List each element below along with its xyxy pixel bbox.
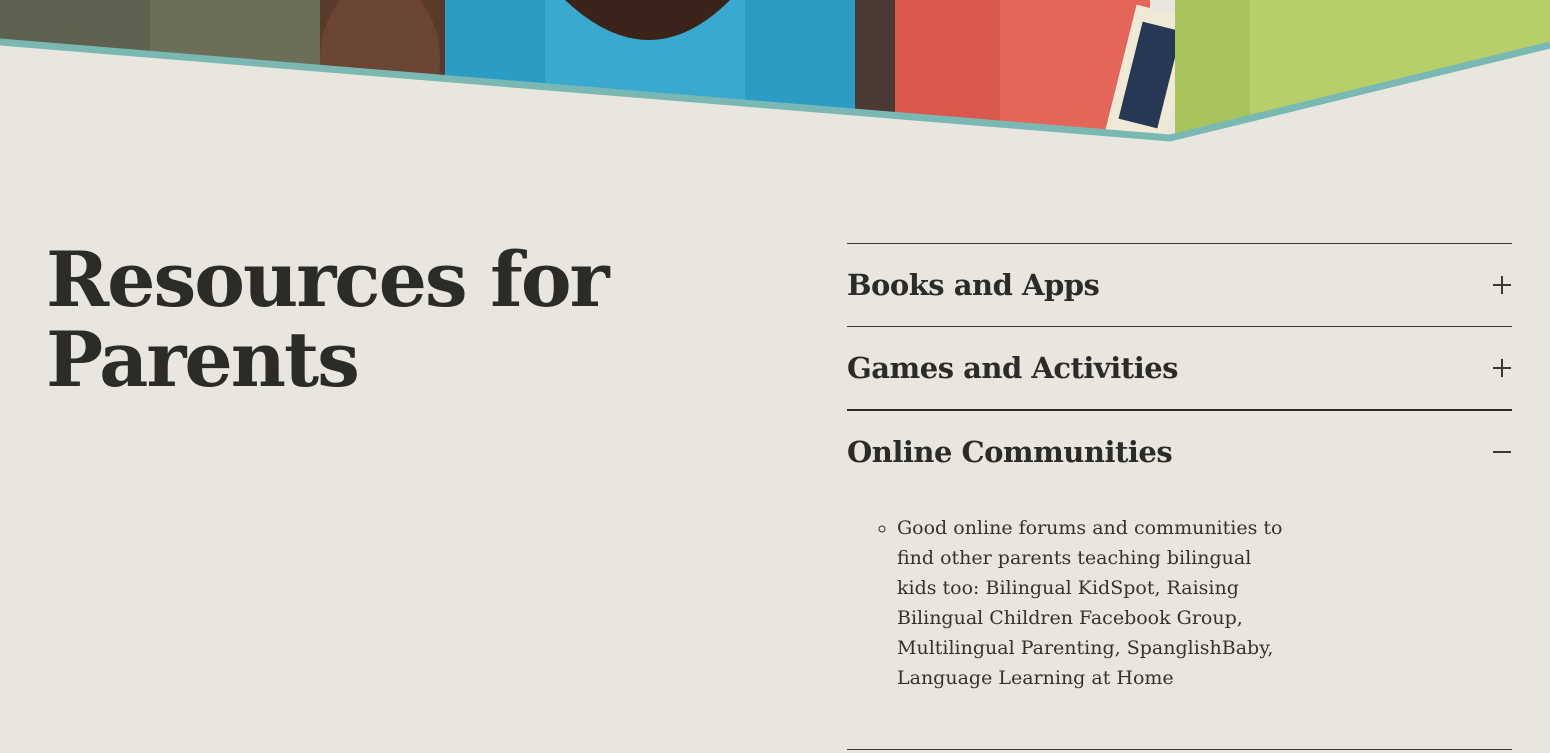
accordion-panel-online-communities: Good online forums and communities to fi… [847, 493, 1512, 749]
list-item: Good online forums and communities to fi… [897, 513, 1287, 693]
plus-icon[interactable] [1492, 275, 1512, 295]
accordion-item-online-communities: Online Communities Good online forums an… [847, 409, 1512, 750]
resource-list: Good online forums and communities to fi… [847, 513, 1287, 693]
accordion-header-online-communities[interactable]: Online Communities [847, 411, 1512, 493]
accordion-header-books-and-apps[interactable]: Books and Apps [847, 244, 1512, 326]
page-title: Resources for Parents [46, 235, 610, 404]
accordion-title: Games and Activities [847, 351, 1179, 385]
accordion-header-games-and-activities[interactable]: Games and Activities [847, 327, 1512, 409]
plus-icon[interactable] [1492, 358, 1512, 378]
resources-accordion: Books and Apps Games and Activities Onli… [847, 243, 1512, 750]
accordion-item-games-and-activities: Games and Activities [847, 326, 1512, 409]
hero-photo [0, 0, 1550, 145]
accordion-title: Books and Apps [847, 268, 1100, 302]
minus-icon[interactable] [1492, 442, 1512, 462]
accordion-title: Online Communities [847, 435, 1173, 469]
accordion-item-books-and-apps: Books and Apps [847, 243, 1512, 326]
